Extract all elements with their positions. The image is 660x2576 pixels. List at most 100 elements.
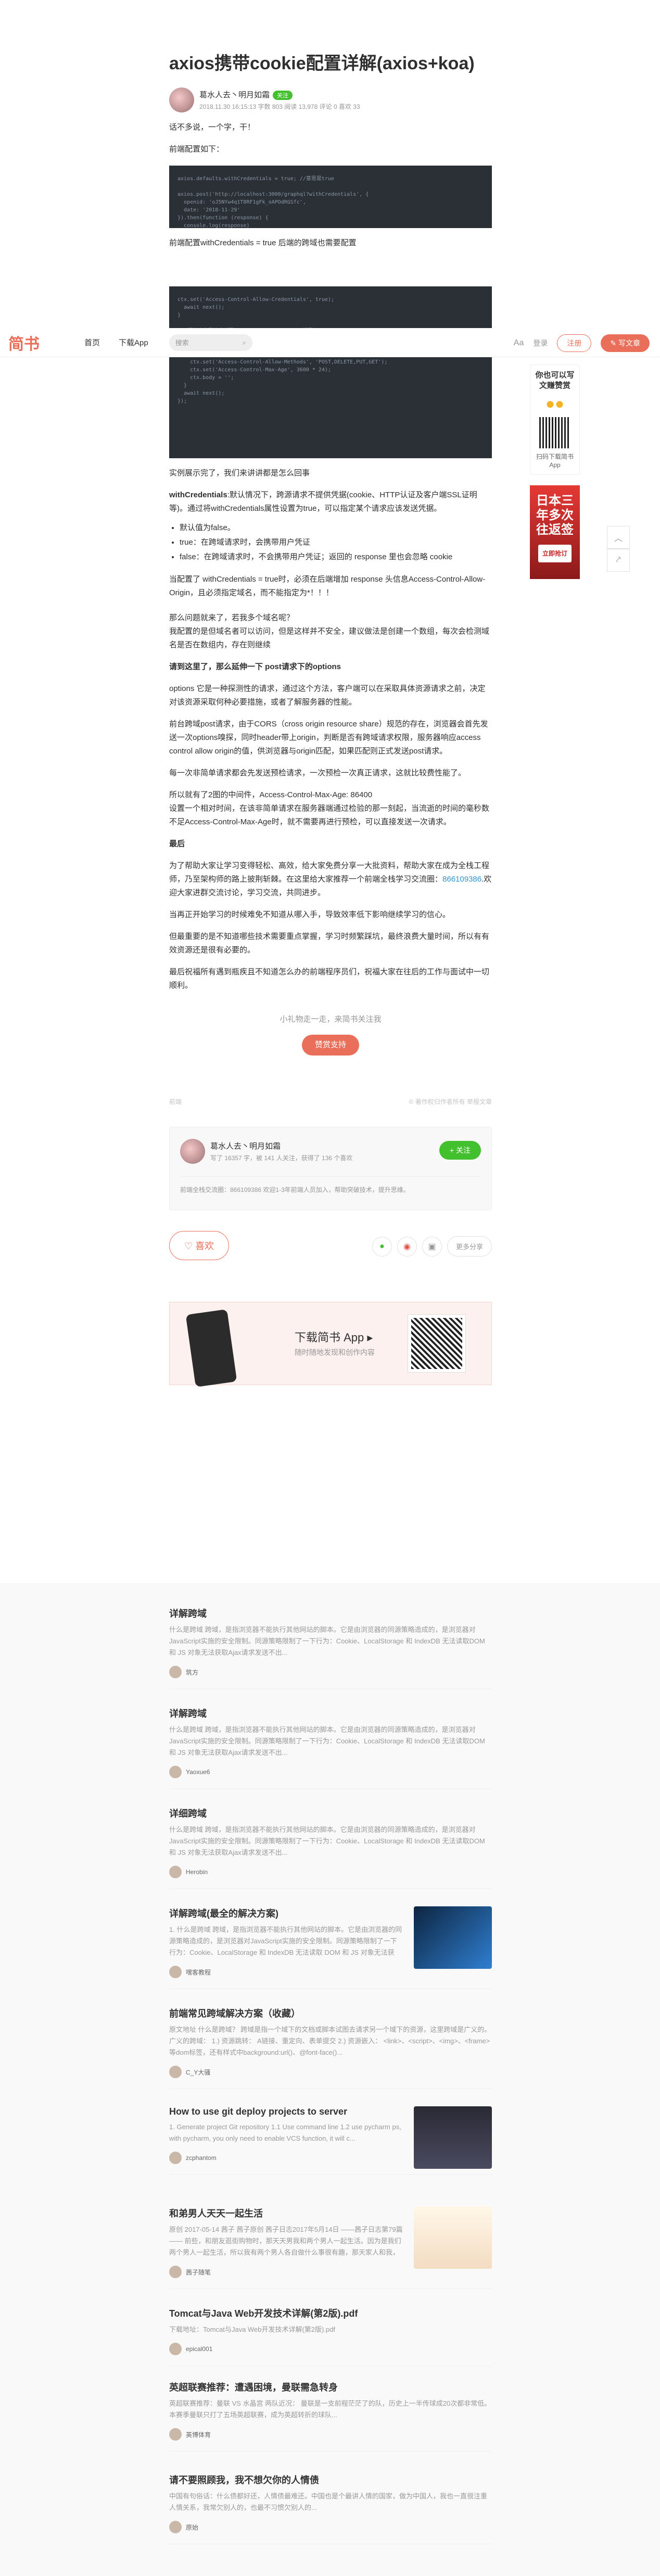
rec-author-name[interactable]: 茜子随笔 [186, 2268, 211, 2277]
back-to-top-icon[interactable]: ︿ [607, 526, 630, 549]
ad-text: 日本三年多次往返签 [536, 494, 574, 537]
rec-author[interactable]: C_Y大骚 [169, 2066, 492, 2078]
rec-title[interactable]: 详解跨域 [169, 1606, 492, 1620]
rec-author[interactable]: epical001 [169, 2343, 492, 2355]
app-subtitle: 随时随地发现和创作内容 [295, 1348, 375, 1356]
wechat-icon[interactable]: ● [372, 1236, 392, 1256]
card-author-name[interactable]: 葛水人去丶明月如霜 [210, 1140, 352, 1151]
paragraph: 那么问题就来了，若我多个域名呢？ [169, 613, 295, 622]
promo-card[interactable]: 你也可以写文赚赞赏 ●● 扫码下载简书App [530, 365, 580, 475]
coin-icon: ●● [545, 395, 565, 412]
group-link[interactable]: 866109386 [442, 875, 481, 884]
author-name[interactable]: 葛水人去丶明月如霜 [199, 91, 270, 99]
rec-title[interactable]: Tomcat与Java Web开发技术详解(第2版).pdf [169, 2306, 492, 2320]
rec-author-name[interactable]: zcphantom [186, 2154, 217, 2162]
app-download-banner[interactable]: 下载简书 App ▸ 随时随地发现和创作内容 [169, 1302, 492, 1387]
tag-link[interactable]: 前端 [169, 1097, 182, 1106]
promo-text: 你也可以写文赚赞赏 [535, 371, 575, 390]
rec-author[interactable]: 筑方 [169, 1666, 492, 1678]
top-right-actions: Aa 登录 注册 ✎ 写文章 [514, 334, 650, 352]
logo[interactable]: 简书 [8, 331, 66, 354]
app-title: 下载简书 App ▸ [295, 1331, 373, 1344]
support-button[interactable]: 赞赏支持 [302, 1035, 359, 1055]
weibo-icon[interactable]: ◉ [397, 1236, 417, 1256]
rec-title[interactable]: 前端常见跨域解决方案（收藏） [169, 2006, 492, 2020]
rec-author[interactable]: 英博体育 [169, 2428, 492, 2441]
rec-author-name[interactable]: Herobin [186, 1868, 208, 1876]
follow-button[interactable]: 关注 [273, 91, 293, 100]
list-item[interactable]: How to use git deploy projects to server… [169, 2106, 492, 2175]
list-item[interactable]: 详解跨域(最全的解决方案) 1. 什么是跨域 跨域，是指浏览器不能执行其他网站的脚… [169, 1906, 492, 1989]
study-text: 为了帮助大家让学习变得轻松、高效，给大家免费分享一大批资料，帮助大家在成为全栈工… [169, 861, 490, 884]
rec-thumbnail[interactable] [414, 2206, 492, 2269]
list-item[interactable]: 详解跨域 什么是跨域 跨域，是指浏览器不能执行其他网站的脚本。它是由浏览器的同源策… [169, 1706, 492, 1789]
rec-author[interactable]: Herobin [169, 1866, 492, 1878]
rec-desc: 原创 2017-05-14 茜子 茜子原创 茜子日志2017年5月14日 ——茜… [169, 2226, 403, 2256]
paragraph: 但最重要的是不知道哪些技术需要重点掌握，学习时频繁踩坑，最终浪费大量时间，所以有… [169, 932, 490, 954]
rec-author-name[interactable]: 英博体育 [186, 2430, 211, 2439]
paragraph: withCredentials:默认情况下，跨源请求不提供凭据(cookie、H… [169, 488, 492, 516]
avatar[interactable] [180, 1139, 205, 1164]
rec-author-name[interactable]: C_Y大骚 [186, 2068, 210, 2077]
list-item[interactable]: 和弟男人天天一起生活原创 2017-05-14 茜子 茜子原创 茜子日志2017… [169, 2206, 492, 2289]
share-icon[interactable]: ⤤ [607, 549, 630, 572]
more-share-button[interactable]: 更多分享 [447, 1236, 492, 1256]
rec-title[interactable]: 详细跨域 [169, 1806, 492, 1820]
rec-author[interactable]: Yaoxue6 [169, 1766, 492, 1778]
paragraph: options 它是一种探测性的请求，通过这个方法，客户端可以在采取具体资源请求… [169, 684, 486, 707]
paragraph: 前台跨域post请求，由于CORS（cross origin resource … [169, 720, 488, 756]
like-label: 喜欢 [195, 1241, 214, 1251]
rec-desc: 下载地址：Tomcat与Java Web开发技术详解(第2版).pdf [169, 2326, 336, 2333]
paragraph: 前端配置withCredentials = true 后端的跨域也需要配置 [169, 238, 357, 247]
rec-thumbnail[interactable] [414, 2106, 492, 2169]
ad-button[interactable]: 立即抢订 [538, 545, 572, 562]
floating-buttons: ︿ ⤤ [607, 526, 630, 572]
card-author-meta: 写了 16357 字，被 141 人关注，获得了 136 个喜欢 [210, 1154, 353, 1162]
rec-title[interactable]: 和弟男人天天一起生活 [169, 2206, 403, 2220]
avatar[interactable] [169, 87, 194, 112]
avatar [169, 2343, 182, 2355]
nav-download-app[interactable]: 下载App [119, 337, 148, 348]
list-item[interactable]: Tomcat与Java Web开发技术详解(第2版).pdf 下载地址：Tomca… [169, 2306, 492, 2366]
avatar [169, 2152, 182, 2164]
list-item[interactable]: 详解跨域什么是跨域 跨域，是指浏览器不能执行其他网站的脚本。它是由浏览器的同源策… [169, 1606, 492, 1689]
heart-icon: ♡ [184, 1241, 196, 1251]
rec-author-name[interactable]: 筑方 [186, 1668, 198, 1677]
paragraph: 当配置了 withCredentials = true时，必须在后端增加 res… [169, 575, 486, 597]
search-icon[interactable]: ⌕ [242, 338, 246, 347]
paragraph: 所以就有了2图的中间件，Access-Control-Max-Age: 8640… [169, 790, 373, 799]
rec-title[interactable]: 详解跨域(最全的解决方案) [169, 1906, 403, 1920]
sidebar: 你也可以写文赚赞赏 ●● 扫码下载简书App 日本三年多次往返签 立即抢订 [530, 365, 580, 579]
image-share-icon[interactable]: ▣ [422, 1236, 442, 1256]
list-item[interactable]: 请不要照顾我，我不想欠你的人情债 中国有句俗话：什么债都好还，人情债最难还。中国也… [169, 2473, 492, 2544]
rec-author-name[interactable]: epical001 [186, 2345, 212, 2353]
list-item[interactable]: 英超联赛推荐：遭遇困境，曼联需急转身英超联赛推荐：曼联 VS 水晶宫 两队近况：… [169, 2380, 492, 2452]
font-size-toggle[interactable]: Aa [514, 338, 524, 348]
rec-author-name[interactable]: Yaoxue6 [186, 1768, 210, 1776]
article: axios携带cookie配置详解(axios+koa) 葛水人去丶明月如霜 关注… [169, 0, 492, 1387]
search-input[interactable]: 搜索 ⌕ [169, 334, 252, 351]
rec-title[interactable]: 请不要照顾我，我不想欠你的人情债 [169, 2473, 492, 2486]
rec-author-name[interactable]: 原始 [186, 2523, 198, 2532]
like-button[interactable]: ♡ 喜欢 [169, 1231, 230, 1260]
list-item[interactable]: 前端常见跨域解决方案（收藏） 原文地址 什么是跨域？ 跨域是指一个域下的文档或脚本… [169, 2006, 492, 2089]
rec-author-name[interactable]: 嘿客教程 [186, 1968, 211, 1977]
rec-author[interactable]: 原始 [169, 2521, 492, 2533]
rec-desc: 英超联赛推荐：曼联 VS 水晶宫 两队近况： 曼联是一支前程茫茫了的队，历史上一… [169, 2399, 491, 2419]
copyright-report[interactable]: © 著作权归作者所有 举报文章 [409, 1097, 492, 1106]
rec-thumbnail[interactable] [414, 1906, 492, 1969]
rec-title[interactable]: 详解跨域 [169, 1706, 492, 1720]
register-button[interactable]: 注册 [557, 334, 592, 352]
nav-home[interactable]: 首页 [84, 337, 100, 348]
rec-title[interactable]: How to use git deploy projects to server [169, 2106, 403, 2117]
rec-title[interactable]: 英超联赛推荐：遭遇困境，曼联需急转身 [169, 2380, 492, 2394]
top-navbar: 简书 首页 下载App 搜索 ⌕ Aa 登录 注册 ✎ 写文章 [0, 328, 660, 357]
rec-desc: 什么是跨域 跨域，是指浏览器不能执行其他网站的脚本。它是由浏览器的同源策略造成的… [169, 1626, 485, 1656]
login-link[interactable]: 登录 [533, 338, 548, 348]
rec-desc: 1. Generate project Git repository 1.1 U… [169, 2123, 401, 2142]
card-follow-button[interactable]: + 关注 [439, 1141, 481, 1160]
sidebar-ad[interactable]: 日本三年多次往返签 立即抢订 [530, 485, 580, 579]
list-item[interactable]: 详细跨域 什么是跨域 跨域，是指浏览器不能执行其他网站的脚本。它是由浏览器的同源策… [169, 1806, 492, 1889]
write-button[interactable]: ✎ 写文章 [601, 334, 650, 352]
recommendations-section: 详解跨域什么是跨域 跨域，是指浏览器不能执行其他网站的脚本。它是由浏览器的同源策… [0, 1583, 660, 2576]
